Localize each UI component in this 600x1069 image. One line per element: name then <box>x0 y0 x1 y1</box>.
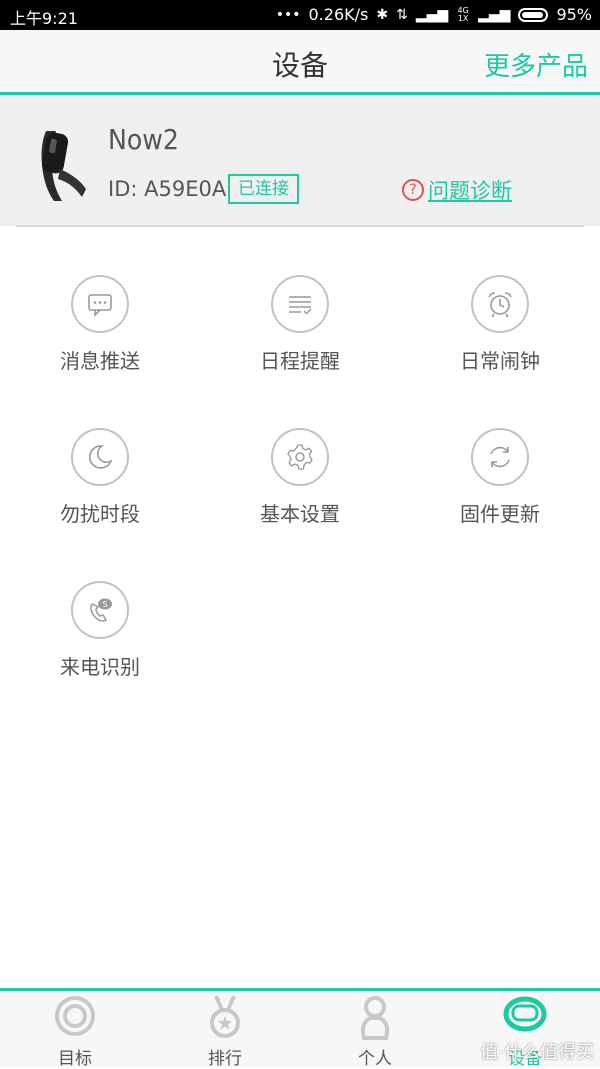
daily-alarm-item[interactable]: 日常闹钟 <box>400 275 600 395</box>
diagnose-label: 问题诊断 <box>428 179 512 203</box>
tab-label: 目标 <box>58 1049 92 1069</box>
person-icon <box>360 996 390 1040</box>
function-label: 来电识别 <box>60 655 140 679</box>
basic-settings-item[interactable]: 基本设置 <box>200 428 400 548</box>
device-card[interactable]: Now2 ID: A59E0A 已连接 ? 问题诊断 <box>0 95 600 226</box>
function-label: 基本设置 <box>260 502 340 526</box>
bluetooth-icon: ✱ <box>376 6 389 23</box>
alarm-icon <box>471 275 529 333</box>
caller-id-item[interactable]: S 来电识别 <box>0 581 200 701</box>
tab-personal[interactable]: 个人 <box>300 996 450 1069</box>
tab-label: 个人 <box>358 1049 392 1069</box>
medal-icon <box>210 995 240 1038</box>
device-divider <box>16 225 584 227</box>
target-icon <box>55 996 95 1036</box>
gear-icon <box>271 428 329 486</box>
band-device-image <box>41 131 86 201</box>
function-label: 日常闹钟 <box>460 349 540 373</box>
device-name: Now2 <box>108 123 179 156</box>
more-dots-icon: ••• <box>275 6 301 23</box>
battery-level: 95% <box>556 5 592 24</box>
tab-target[interactable]: 目标 <box>0 996 150 1069</box>
tab-ranking[interactable]: 排行 <box>150 995 300 1069</box>
watermark: 值·什么值得买 <box>480 1042 594 1063</box>
question-icon: ? <box>402 179 424 201</box>
moon-icon <box>71 428 129 486</box>
schedule-reminder-item[interactable]: 日程提醒 <box>200 275 400 395</box>
signal-icon-2: ▂▄▆ <box>478 6 511 23</box>
firmware-update-item[interactable]: 固件更新 <box>400 428 600 548</box>
signal-icon: ▂▄▆ <box>415 6 449 23</box>
net-speed: 0.26K/s <box>308 5 369 24</box>
connection-status-badge: 已连接 <box>228 174 299 204</box>
status-bar: 上午9:21 ••• 0.26K/s ✱ ⇅ ▂▄▆ 4G 1X ▂▄▆ 95% <box>0 0 600 30</box>
function-label: 固件更新 <box>460 502 540 526</box>
tab-bar-divider <box>0 988 600 991</box>
device-id: ID: A59E0A <box>108 177 227 201</box>
more-products-link[interactable]: 更多产品 <box>484 46 588 83</box>
network-type-icon: 4G 1X <box>457 5 469 23</box>
band-icon <box>503 996 547 1032</box>
refresh-icon <box>471 428 529 486</box>
function-label: 日程提醒 <box>260 349 340 373</box>
schedule-icon <box>271 275 329 333</box>
phone-icon: S <box>71 581 129 639</box>
diagnose-link[interactable]: ? 问题诊断 <box>402 175 512 205</box>
battery-icon <box>518 7 549 22</box>
svg-text:S: S <box>102 600 107 609</box>
function-label: 消息推送 <box>60 349 140 373</box>
status-time: 上午9:21 <box>10 9 78 28</box>
message-push-item[interactable]: 消息推送 <box>0 275 200 395</box>
do-not-disturb-item[interactable]: 勿扰时段 <box>0 428 200 548</box>
data-transfer-icon: ⇅ <box>396 6 408 23</box>
tab-label: 排行 <box>208 1049 242 1069</box>
app-header: 设备 更多产品 <box>0 30 600 92</box>
message-icon <box>71 275 129 333</box>
function-label: 勿扰时段 <box>60 502 140 526</box>
